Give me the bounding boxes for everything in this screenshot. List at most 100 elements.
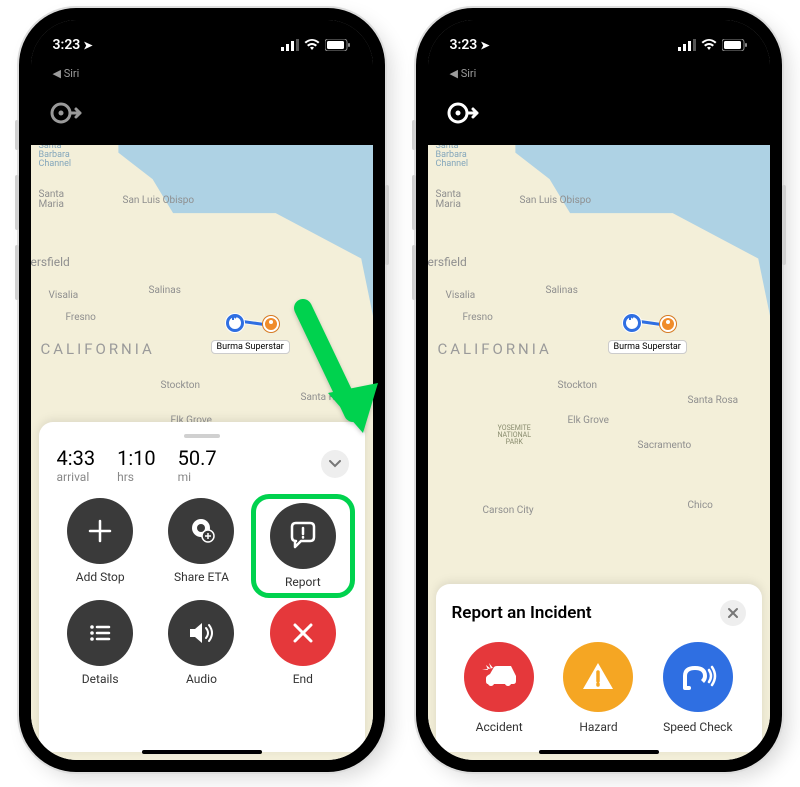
home-indicator[interactable] bbox=[539, 750, 659, 754]
map-label-fresno: Fresno bbox=[463, 312, 493, 323]
map-label-bakersfield: ersfield bbox=[428, 255, 467, 269]
audio-label: Audio bbox=[186, 672, 217, 686]
roundabout-icon bbox=[49, 96, 83, 130]
map-label-fresno: Fresno bbox=[66, 312, 96, 323]
add-stop-button[interactable]: Add Stop bbox=[53, 498, 148, 594]
map-label-visalia: Visalia bbox=[49, 290, 79, 301]
report-button[interactable]: Report bbox=[251, 494, 354, 598]
route-start-pin[interactable] bbox=[226, 314, 244, 332]
add-stop-label: Add Stop bbox=[76, 570, 125, 584]
map-label-stockton: Stockton bbox=[558, 380, 598, 391]
destination-label-box[interactable]: Burma Superstar bbox=[608, 340, 687, 354]
speed-check-label: Speed Check bbox=[663, 720, 732, 734]
incident-hazard-button[interactable]: Hazard bbox=[563, 642, 633, 734]
map-label-bakersfield: ersfield bbox=[31, 255, 70, 269]
map-label-stockton: Stockton bbox=[161, 380, 201, 391]
map-label-carson-city: Carson City bbox=[483, 505, 534, 516]
hazard-label: Hazard bbox=[579, 720, 617, 734]
end-button[interactable]: End bbox=[255, 600, 350, 686]
destination-label-box[interactable]: Burma Superstar bbox=[211, 340, 290, 354]
ringer-switch bbox=[15, 120, 19, 150]
status-indicators bbox=[678, 39, 748, 51]
stat-distance: 50.7 mi bbox=[178, 446, 217, 484]
collapse-tray-button[interactable] bbox=[321, 450, 349, 478]
details-label: Details bbox=[82, 672, 119, 686]
chevron-down-icon bbox=[329, 460, 341, 468]
map-label-santa-maria: SantaMaria bbox=[39, 190, 65, 210]
status-indicators bbox=[281, 39, 351, 51]
map-label-state: CALIFORNIA bbox=[41, 340, 155, 358]
map-label-channel: SantaBarbaraChannel bbox=[436, 142, 469, 169]
route-destination-pin[interactable] bbox=[660, 316, 676, 332]
signal-icon bbox=[678, 39, 696, 51]
back-to-siri[interactable]: Siri bbox=[53, 67, 80, 80]
arrival-label: arrival bbox=[57, 470, 96, 484]
distance-value: 50.7 bbox=[178, 446, 217, 470]
ocean-area bbox=[468, 130, 770, 508]
close-icon bbox=[727, 607, 739, 619]
duration-label: hrs bbox=[117, 470, 156, 484]
volume-down bbox=[412, 245, 416, 300]
share-eta-button[interactable]: Share ETA bbox=[154, 498, 249, 594]
share-eta-icon bbox=[184, 514, 218, 548]
phone-left: 3:23 ➤ Siri SantaBarbaraChannel SantaMar bbox=[21, 10, 383, 770]
incident-speed-check-button[interactable]: Speed Check bbox=[663, 642, 733, 734]
notch bbox=[119, 20, 284, 47]
volume-down bbox=[15, 245, 19, 300]
report-icon bbox=[286, 519, 320, 553]
plus-icon bbox=[86, 517, 114, 545]
battery-icon bbox=[722, 39, 748, 51]
roundabout-icon bbox=[446, 96, 480, 130]
map-label-santa-maria: SantaMaria bbox=[436, 190, 462, 210]
volume-up bbox=[15, 175, 19, 230]
incident-accident-button[interactable]: Accident bbox=[464, 642, 534, 734]
speaker-icon bbox=[186, 618, 216, 648]
share-eta-label: Share ETA bbox=[174, 570, 229, 584]
speed-check-icon bbox=[677, 656, 719, 698]
route-start-pin[interactable] bbox=[623, 314, 641, 332]
battery-icon bbox=[325, 39, 351, 51]
wifi-icon bbox=[304, 39, 320, 51]
report-incident-sheet: Report an Incident Accident bbox=[436, 584, 762, 752]
home-indicator[interactable] bbox=[142, 750, 262, 754]
stat-duration: 1:10 hrs bbox=[117, 446, 156, 484]
trip-stats: 4:33 arrival 1:10 hrs 50.7 mi bbox=[53, 446, 351, 484]
audio-button[interactable]: Audio bbox=[154, 600, 249, 686]
navigation-tray: 4:33 arrival 1:10 hrs 50.7 mi bbox=[39, 422, 365, 752]
drag-handle[interactable] bbox=[184, 434, 220, 438]
map-label-slo: San Luis Obispo bbox=[520, 195, 592, 206]
map-label-slo: San Luis Obispo bbox=[123, 195, 195, 206]
status-time: 3:23 bbox=[53, 37, 81, 53]
distance-label: mi bbox=[178, 470, 217, 484]
power-button bbox=[385, 185, 389, 265]
map-label-salinas: Salinas bbox=[546, 285, 578, 296]
close-sheet-button[interactable] bbox=[720, 600, 746, 626]
map-label-salinas: Salinas bbox=[149, 285, 181, 296]
volume-up bbox=[412, 175, 416, 230]
map-label-state: CALIFORNIA bbox=[438, 340, 552, 358]
map-label-santa-rosa: Santa Rosa bbox=[688, 395, 739, 406]
hazard-icon bbox=[578, 657, 618, 697]
back-to-siri[interactable]: Siri bbox=[450, 67, 477, 80]
location-icon: ➤ bbox=[480, 39, 489, 52]
map-label-chico: Chico bbox=[688, 500, 713, 511]
close-icon bbox=[290, 620, 316, 646]
map-label-sacramento: Sacramento bbox=[638, 440, 692, 451]
location-icon: ➤ bbox=[83, 39, 92, 52]
arrival-value: 4:33 bbox=[57, 446, 96, 470]
list-icon bbox=[86, 619, 114, 647]
accident-label: Accident bbox=[476, 720, 523, 734]
map-label-elk-grove: Elk Grove bbox=[568, 415, 609, 426]
details-button[interactable]: Details bbox=[53, 600, 148, 686]
phone-right: 3:23 ➤ Siri SantaBarbaraChannel SantaMar bbox=[418, 10, 780, 770]
incident-sheet-title: Report an Incident bbox=[452, 603, 592, 623]
wifi-icon bbox=[701, 39, 717, 51]
map-label-visalia: Visalia bbox=[446, 290, 476, 301]
report-label: Report bbox=[285, 575, 321, 589]
power-button bbox=[782, 185, 786, 265]
signal-icon bbox=[281, 39, 299, 51]
end-label: End bbox=[293, 672, 313, 686]
route-destination-pin[interactable] bbox=[263, 316, 279, 332]
duration-value: 1:10 bbox=[117, 446, 156, 470]
accident-icon bbox=[478, 656, 520, 698]
